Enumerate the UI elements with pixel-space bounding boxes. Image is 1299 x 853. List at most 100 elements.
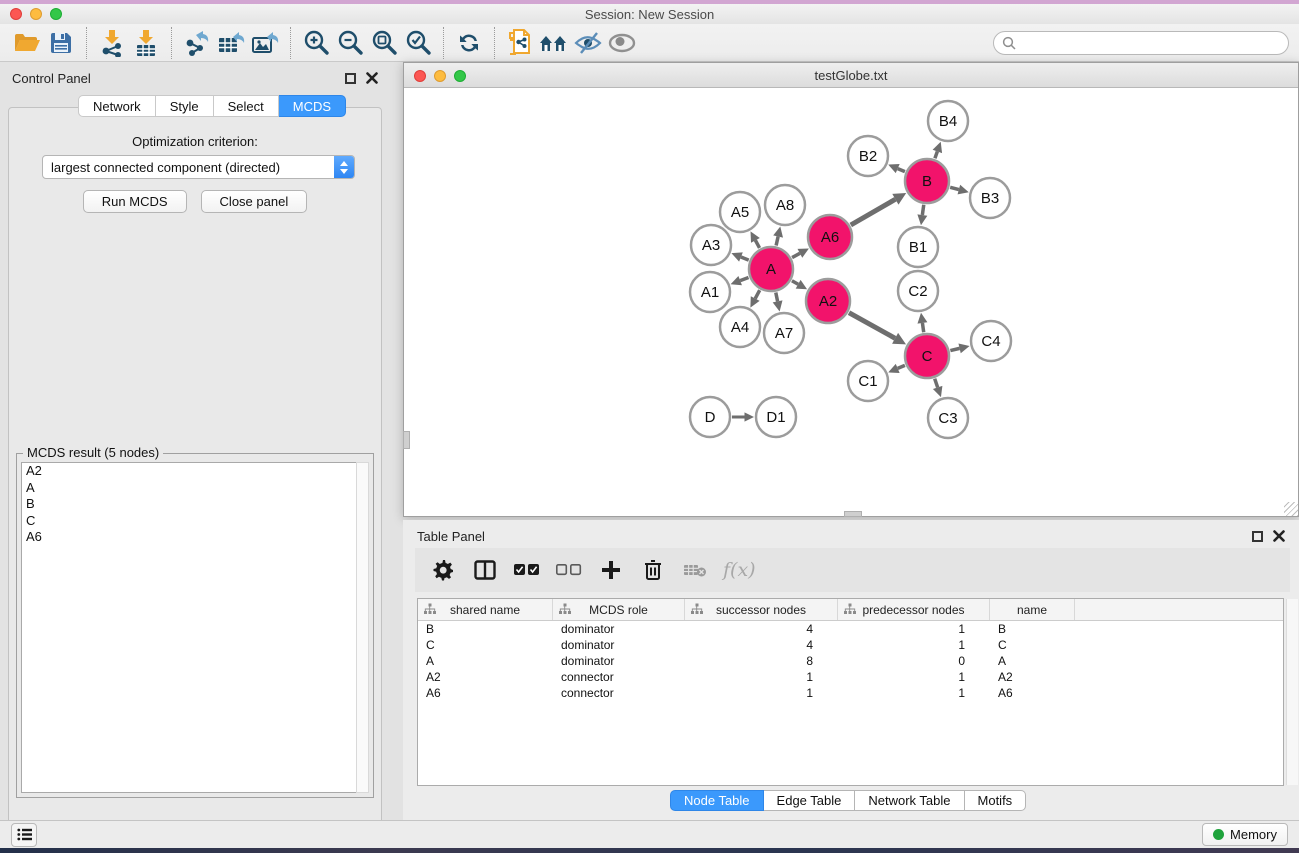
zoom-selected-icon[interactable]	[401, 28, 435, 58]
node-C1[interactable]: C1	[848, 361, 888, 401]
tab-style[interactable]: Style	[156, 95, 214, 117]
mcds-result-item[interactable]: A2	[22, 463, 356, 480]
optimization-dropdown[interactable]: largest connected component (directed)	[42, 155, 355, 179]
table-row[interactable]: Cdominator41C	[418, 637, 1283, 653]
edge-A6-B[interactable]	[851, 193, 906, 225]
edge-A-A1[interactable]	[731, 276, 749, 285]
node-A3[interactable]: A3	[691, 225, 731, 265]
edge-A2-C[interactable]	[849, 313, 906, 345]
table-row[interactable]: A6connector11A6	[418, 685, 1283, 701]
node-B[interactable]: B	[905, 159, 949, 203]
edge-A-A4[interactable]	[750, 290, 759, 307]
memory-button[interactable]: Memory	[1202, 823, 1288, 846]
node-C3[interactable]: C3	[928, 398, 968, 438]
tab-motifs[interactable]: Motifs	[965, 790, 1027, 811]
resize-grip-icon[interactable]	[1284, 502, 1298, 516]
node-A2[interactable]: A2	[806, 279, 850, 323]
table-scrollbar[interactable]	[1286, 599, 1298, 785]
import-network-icon[interactable]	[95, 28, 129, 58]
edge-D-D1[interactable]	[732, 412, 754, 421]
network-canvas[interactable]: B4B2BB3A8A5A6A3B1AA1C2A2A4A7C4CC1DD1C3	[404, 88, 1298, 516]
mcds-result-item[interactable]: B	[22, 496, 356, 513]
node-B4[interactable]: B4	[928, 101, 968, 141]
edge-C-C4[interactable]	[950, 343, 969, 353]
node-A8[interactable]: A8	[765, 185, 805, 225]
edge-B-B4[interactable]	[933, 142, 942, 159]
result-scrollbar[interactable]	[356, 462, 369, 793]
add-column-icon[interactable]	[597, 556, 625, 584]
tab-network[interactable]: Network	[78, 95, 156, 117]
edge-A-A7[interactable]	[773, 293, 783, 312]
float-table-panel-icon[interactable]	[1252, 531, 1263, 542]
hide-selected-icon[interactable]	[571, 28, 605, 58]
column-header-successor-nodes[interactable]: successor nodes	[685, 599, 838, 620]
node-A4[interactable]: A4	[720, 307, 760, 347]
mcds-result-item[interactable]: C	[22, 513, 356, 530]
mcds-result-item[interactable]: A6	[22, 529, 356, 546]
refresh-icon[interactable]	[452, 28, 486, 58]
splitter-handle-bottom[interactable]	[844, 511, 862, 517]
columns-icon[interactable]	[471, 556, 499, 584]
tab-edge-table[interactable]: Edge Table	[764, 790, 856, 811]
tab-network-table[interactable]: Network Table	[855, 790, 964, 811]
deselect-all-icon[interactable]	[555, 556, 583, 584]
edge-B-B3[interactable]	[950, 185, 969, 195]
gear-icon[interactable]	[429, 556, 457, 584]
node-A5[interactable]: A5	[720, 192, 760, 232]
tab-node-table[interactable]: Node Table	[670, 790, 764, 811]
node-C2[interactable]: C2	[898, 271, 938, 311]
minimize-window-icon[interactable]	[30, 8, 42, 20]
node-A1[interactable]: A1	[690, 272, 730, 312]
edge-C-C1[interactable]	[888, 364, 905, 373]
mcds-result-item[interactable]: A	[22, 480, 356, 497]
table-row[interactable]: A2connector11A2	[418, 669, 1283, 685]
node-A[interactable]: A	[749, 247, 793, 291]
column-header-shared-name[interactable]: shared name	[418, 599, 553, 620]
run-mcds-button[interactable]: Run MCDS	[83, 190, 187, 213]
edge-C-C2[interactable]	[917, 313, 927, 332]
new-network-from-selection-icon[interactable]	[503, 28, 537, 58]
edge-A-A8[interactable]	[773, 226, 783, 245]
table-row[interactable]: Adominator80A	[418, 653, 1283, 669]
network-window-titlebar[interactable]: testGlobe.txt	[404, 63, 1298, 88]
node-B3[interactable]: B3	[970, 178, 1010, 218]
edge-A-A3[interactable]	[731, 252, 748, 261]
delete-column-icon[interactable]	[639, 556, 667, 584]
edge-A-A2[interactable]	[792, 280, 807, 289]
search-input[interactable]	[1016, 34, 1280, 52]
network-zoom-icon[interactable]	[454, 70, 466, 82]
export-image-icon[interactable]	[248, 28, 282, 58]
table-row[interactable]: Bdominator41B	[418, 621, 1283, 637]
edge-B-B1[interactable]	[917, 205, 927, 225]
network-minimize-icon[interactable]	[434, 70, 446, 82]
edge-C-C3[interactable]	[933, 379, 942, 397]
column-header-MCDS-role[interactable]: MCDS role	[553, 599, 685, 620]
zoom-window-icon[interactable]	[50, 8, 62, 20]
tab-select[interactable]: Select	[214, 95, 279, 117]
open-session-icon[interactable]	[10, 28, 44, 58]
save-session-icon[interactable]	[44, 28, 78, 58]
node-C4[interactable]: C4	[971, 321, 1011, 361]
network-close-icon[interactable]	[414, 70, 426, 82]
column-header-name[interactable]: name	[990, 599, 1075, 620]
splitter-handle-left[interactable]	[403, 431, 410, 449]
node-A6[interactable]: A6	[808, 215, 852, 259]
show-panels-button[interactable]	[11, 823, 37, 847]
float-panel-icon[interactable]	[345, 73, 356, 84]
close-window-icon[interactable]	[10, 8, 22, 20]
close-panel-button[interactable]: Close panel	[201, 190, 308, 213]
edge-B-B2[interactable]	[888, 164, 905, 173]
show-all-icon[interactable]	[605, 28, 639, 58]
node-C[interactable]: C	[905, 334, 949, 378]
node-D1[interactable]: D1	[756, 397, 796, 437]
node-A7[interactable]: A7	[764, 313, 804, 353]
edge-A-A6[interactable]	[792, 248, 809, 257]
import-table-icon[interactable]	[129, 28, 163, 58]
tab-mcds[interactable]: MCDS	[279, 95, 346, 117]
zoom-out-icon[interactable]	[333, 28, 367, 58]
export-network-icon[interactable]	[180, 28, 214, 58]
select-all-icon[interactable]	[513, 556, 541, 584]
close-table-panel-icon[interactable]	[1273, 530, 1285, 542]
zoom-fit-icon[interactable]	[367, 28, 401, 58]
zoom-in-icon[interactable]	[299, 28, 333, 58]
